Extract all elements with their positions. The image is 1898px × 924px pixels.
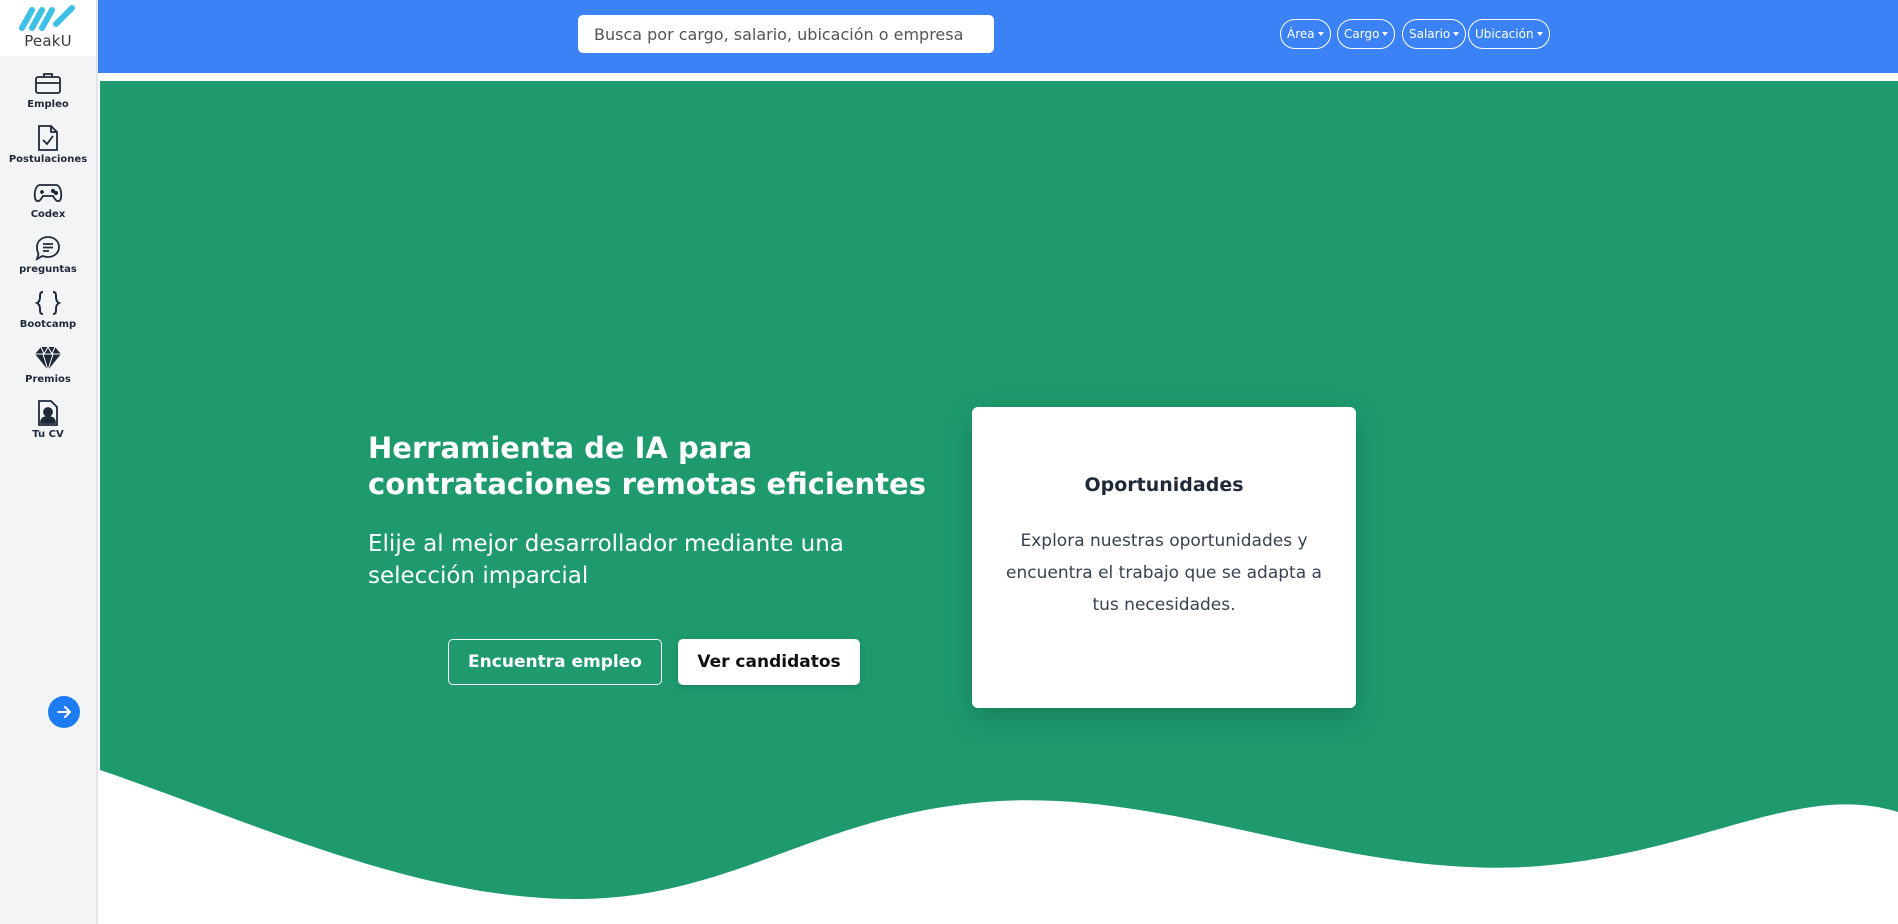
- cv-person-icon: [33, 398, 63, 428]
- opportunities-card[interactable]: Oportunidades Explora nuestras oportunid…: [972, 407, 1356, 708]
- sidebar-item-preguntas[interactable]: preguntas: [0, 233, 96, 288]
- filter-cargo-dropdown[interactable]: Cargo: [1337, 19, 1396, 49]
- top-bar: Área Cargo Salario Ubicación: [98, 0, 1898, 73]
- sidebar-item-label: Premios: [25, 374, 71, 385]
- sidebar-item-tu-cv[interactable]: Tu CV: [0, 398, 96, 453]
- caret-down-icon: [1536, 32, 1543, 36]
- filter-salario-dropdown[interactable]: Salario: [1402, 19, 1467, 49]
- sidebar-item-label: Codex: [30, 209, 66, 220]
- filter-ubicacion-dropdown[interactable]: Ubicación: [1468, 19, 1550, 49]
- peaku-logo-icon: [19, 5, 75, 31]
- logo[interactable]: PeakU: [0, 0, 96, 56]
- briefcase-icon: [33, 68, 63, 98]
- arrow-right-icon: [57, 706, 71, 718]
- caret-down-icon: [1317, 32, 1324, 36]
- sidebar-item-premios[interactable]: Premios: [0, 343, 96, 398]
- view-candidates-button[interactable]: Ver candidatos: [678, 639, 860, 685]
- expand-sidebar-button[interactable]: [48, 696, 80, 728]
- hero-section: Herramienta de IA para contrataciones re…: [100, 81, 1898, 924]
- filter-label: Cargo: [1344, 27, 1380, 41]
- sidebar-nav: Empleo Postulaciones Codex preguntas Boo…: [0, 68, 96, 453]
- sidebar-item-label: preguntas: [19, 264, 77, 275]
- card-description: Explora nuestras oportunidades y encuent…: [1006, 531, 1322, 615]
- caret-down-icon: [1453, 32, 1460, 36]
- chat-icon: [33, 233, 63, 263]
- diamond-icon: [33, 343, 63, 373]
- brand-name: PeakU: [24, 32, 72, 50]
- header-divider: [98, 73, 1898, 81]
- caret-down-icon: [1382, 32, 1389, 36]
- filter-area-dropdown[interactable]: Área: [1280, 19, 1331, 49]
- find-job-button[interactable]: Encuentra empleo: [448, 639, 662, 685]
- hero-subtitle: Elije al mejor desarrollador mediante un…: [368, 531, 844, 589]
- hero-title: Herramienta de IA para contrataciones re…: [368, 431, 926, 501]
- sidebar-item-label: Tu CV: [32, 429, 64, 440]
- sidebar-item-label: Bootcamp: [19, 319, 77, 330]
- braces-icon: [33, 288, 63, 318]
- sidebar: PeakU Empleo Postulaciones Codex pregunt…: [0, 0, 98, 924]
- filter-label: Área: [1287, 27, 1315, 41]
- sidebar-item-label: Postulaciones: [8, 154, 88, 165]
- sidebar-item-postulaciones[interactable]: Postulaciones: [0, 123, 96, 178]
- filter-label: Ubicación: [1475, 27, 1534, 41]
- file-check-icon: [33, 123, 63, 153]
- gamepad-icon: [33, 178, 63, 208]
- sidebar-item-bootcamp[interactable]: Bootcamp: [0, 288, 96, 343]
- card-title: Oportunidades: [1084, 474, 1244, 496]
- sidebar-item-codex[interactable]: Codex: [0, 178, 96, 233]
- sidebar-item-label: Empleo: [27, 99, 69, 110]
- filter-label: Salario: [1409, 27, 1451, 41]
- search-input[interactable]: [578, 15, 994, 53]
- sidebar-item-empleo[interactable]: Empleo: [0, 68, 96, 123]
